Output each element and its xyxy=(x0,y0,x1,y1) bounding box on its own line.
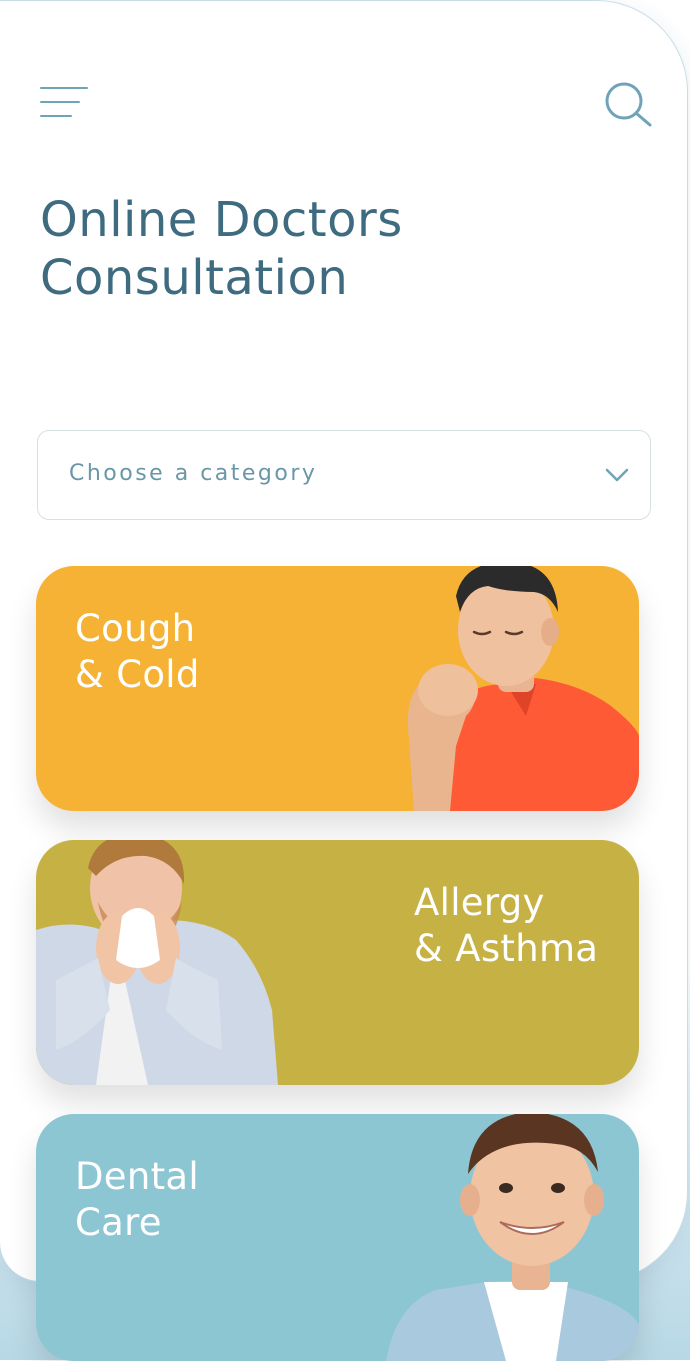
category-card-dental-care[interactable]: Dental Care xyxy=(36,1114,639,1361)
category-card-label-line-2: & Cold xyxy=(75,653,200,696)
category-card-label: Allergy & Asthma xyxy=(414,880,598,972)
category-card-cough-cold[interactable]: Cough & Cold xyxy=(36,566,639,811)
page-title: Online Doctors Consultation xyxy=(40,191,403,307)
menu-line xyxy=(40,87,88,89)
chevron-down-icon xyxy=(605,468,629,482)
category-card-label: Dental Care xyxy=(75,1154,199,1246)
category-select[interactable]: Choose a category xyxy=(37,430,651,520)
category-select-placeholder: Choose a category xyxy=(69,461,318,486)
search-icon[interactable] xyxy=(602,79,654,131)
category-card-label-line-2: Care xyxy=(75,1201,162,1244)
page-title-line-1: Online Doctors xyxy=(40,192,403,248)
category-card-label: Cough & Cold xyxy=(75,606,200,698)
category-card-label-line-1: Cough xyxy=(75,607,196,650)
category-card-label-line-1: Allergy xyxy=(414,881,545,924)
category-card-label-line-1: Dental xyxy=(75,1155,199,1198)
menu-line xyxy=(40,115,72,117)
category-card-label-line-2: & Asthma xyxy=(414,927,599,970)
page-title-line-2: Consultation xyxy=(40,250,349,306)
hamburger-menu-icon[interactable] xyxy=(40,85,90,121)
category-card-allergy-asthma[interactable]: Allergy & Asthma xyxy=(36,840,639,1085)
menu-line xyxy=(40,101,80,103)
app-screen: Online Doctors Consultation Choose a cat… xyxy=(0,0,688,1361)
